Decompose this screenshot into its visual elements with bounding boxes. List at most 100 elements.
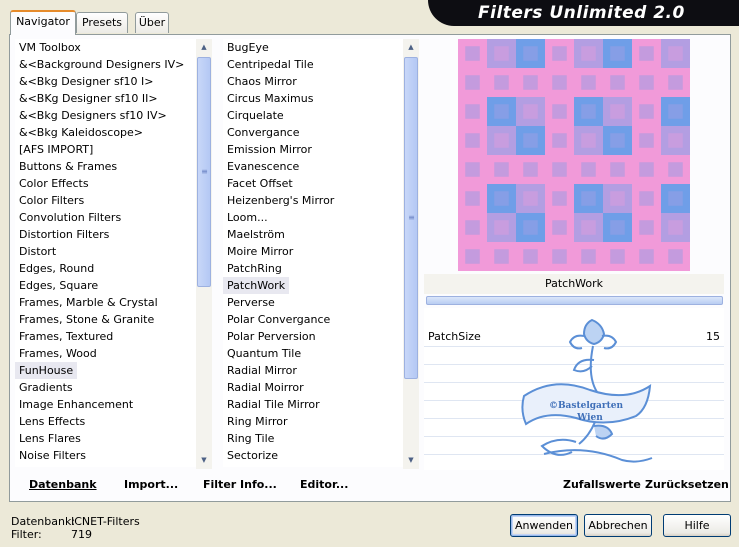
filter-item[interactable]: Radial Mirror xyxy=(223,362,403,379)
category-item[interactable]: Color Effects xyxy=(15,175,196,192)
filter-item[interactable]: Cirquelate xyxy=(223,107,403,124)
category-item[interactable]: Noise Filters xyxy=(15,447,196,464)
category-item-label: &<Background Designers IV> xyxy=(19,58,185,71)
scroll-down-icon[interactable]: ▼ xyxy=(196,452,212,468)
filter-item[interactable]: Heizenberg's Mirror xyxy=(223,192,403,209)
category-item[interactable]: &<Background Designers IV> xyxy=(15,56,196,73)
patch-tile-accent xyxy=(523,46,538,61)
filter-item[interactable]: Quantum Tile xyxy=(223,345,403,362)
category-item[interactable]: Frames, Stone & Granite xyxy=(15,311,196,328)
filter-item[interactable]: Maelström xyxy=(223,226,403,243)
category-item-label: Distortion Filters xyxy=(19,228,110,241)
filter-item[interactable]: Moire Mirror xyxy=(223,243,403,260)
category-item-label: Lens Effects xyxy=(19,415,86,428)
filter-list[interactable]: BugEye Centripedal Tile Chaos Mirror Circus… xyxy=(223,39,403,467)
filter-item[interactable]: Facet Offset xyxy=(223,175,403,192)
category-item[interactable]: Image Enhancement xyxy=(15,396,196,413)
category-item[interactable]: Frames, Textured xyxy=(15,328,196,345)
patch-tile-accent xyxy=(494,46,509,61)
filter-item[interactable]: BugEye xyxy=(223,39,403,56)
filter-item[interactable]: Evanescence xyxy=(223,158,403,175)
filter-item[interactable]: Perverse xyxy=(223,294,403,311)
filter-item[interactable]: Centripedal Tile xyxy=(223,56,403,73)
category-list[interactable]: VM Toolbox &<Background Designers IV> &<Bk… xyxy=(15,39,196,467)
scroll-up-icon[interactable]: ▲ xyxy=(196,39,212,55)
category-item[interactable]: Gradients xyxy=(15,379,196,396)
category-item[interactable]: &<Bkg Designers sf10 IV> xyxy=(15,107,196,124)
category-item[interactable]: [AFS IMPORT] xyxy=(15,141,196,158)
filter-item-label: Circus Maximus xyxy=(227,92,314,105)
filter-item[interactable]: Polar Perversion xyxy=(223,328,403,345)
filter-item[interactable]: Sectorize xyxy=(223,447,403,464)
param-value[interactable]: 15 xyxy=(706,330,720,343)
filter-item[interactable]: Chaos Mirror xyxy=(223,73,403,90)
filter-item-label: BugEye xyxy=(227,41,269,54)
category-item-label: Frames, Textured xyxy=(19,330,114,343)
filter-item[interactable]: Radial Moirror xyxy=(223,379,403,396)
category-item[interactable]: Distortion Filters xyxy=(15,226,196,243)
filter-item-label: Chaos Mirror xyxy=(227,75,297,88)
category-item[interactable]: Lens Effects xyxy=(15,413,196,430)
filter-item[interactable]: Ring Mirror xyxy=(223,413,403,430)
category-item[interactable]: Distort xyxy=(15,243,196,260)
cancel-button[interactable]: Abbrechen xyxy=(584,514,652,537)
scroll-thumb[interactable]: ≡ xyxy=(197,57,211,287)
category-item[interactable]: Edges, Round xyxy=(15,260,196,277)
filter-item-label: PatchRing xyxy=(227,262,282,275)
category-item[interactable]: Color Filters xyxy=(15,192,196,209)
filter-item[interactable]: PatchRing xyxy=(223,260,403,277)
category-item[interactable]: VM Toolbox xyxy=(15,39,196,56)
progress-bar xyxy=(426,296,723,305)
filter-item-label: Moire Mirror xyxy=(227,245,294,258)
editor-button[interactable]: Editor... xyxy=(300,478,348,491)
filter-item[interactable]: Circus Maximus xyxy=(223,90,403,107)
random-values-button[interactable]: Zufallswerte xyxy=(563,478,641,491)
filter-item-label: Loom... xyxy=(227,211,268,224)
watermark-text: ©Bastelgarten xyxy=(549,401,624,411)
scroll-thumb[interactable]: ≡ xyxy=(404,57,418,379)
category-item[interactable]: Lens Flares xyxy=(15,430,196,447)
app-title: Filters Unlimited 2.0 xyxy=(478,3,685,23)
category-item[interactable]: Edges, Square xyxy=(15,277,196,294)
category-item[interactable]: &<BKg Designer sf10 II> xyxy=(15,90,196,107)
apply-button[interactable]: Anwenden xyxy=(510,514,578,537)
filter-scrollbar[interactable]: ▲ ≡ ▼ xyxy=(403,39,419,469)
database-button[interactable]: Datenbank xyxy=(29,478,97,491)
import-button[interactable]: Import... xyxy=(124,478,178,491)
category-item-label: Edges, Round xyxy=(19,262,95,275)
filter-info-button[interactable]: Filter Info... xyxy=(203,478,277,491)
help-button[interactable]: Hilfe xyxy=(663,514,731,537)
filter-item[interactable]: PatchWork xyxy=(223,277,403,294)
category-item-label: Distort xyxy=(19,245,57,258)
patch-tile-accent xyxy=(610,104,625,119)
reset-button[interactable]: Zurücksetzen xyxy=(645,478,729,491)
filter-item[interactable]: Loom... xyxy=(223,209,403,226)
tab-about[interactable]: Über xyxy=(135,12,169,33)
patch-tile-accent xyxy=(552,191,567,206)
category-item[interactable]: &<Bkg Designer sf10 I> xyxy=(15,73,196,90)
category-item[interactable]: &<Bkg Kaleidoscope> xyxy=(15,124,196,141)
selected-filter-name: PatchWork xyxy=(424,274,724,294)
category-item[interactable]: FunHouse xyxy=(15,362,196,379)
category-scrollbar[interactable]: ▲ ≡ ▼ xyxy=(196,39,212,469)
filter-item[interactable]: Convergance xyxy=(223,124,403,141)
filter-item-label: Ring Tile xyxy=(227,432,275,445)
category-item[interactable]: Frames, Wood xyxy=(15,345,196,362)
scroll-down-icon[interactable]: ▼ xyxy=(403,452,419,468)
patch-tile-accent xyxy=(523,104,538,119)
filter-item[interactable]: Polar Convergance xyxy=(223,311,403,328)
filter-item[interactable]: Emission Mirror xyxy=(223,141,403,158)
category-item[interactable]: Frames, Marble & Crystal xyxy=(15,294,196,311)
category-item-label: &<Bkg Designers sf10 IV> xyxy=(19,109,167,122)
category-item[interactable]: Convolution Filters xyxy=(15,209,196,226)
scroll-up-icon[interactable]: ▲ xyxy=(403,39,419,55)
category-item[interactable]: Buttons & Frames xyxy=(15,158,196,175)
filter-item[interactable]: Ring Tile xyxy=(223,430,403,447)
filter-item[interactable]: Radial Tile Mirror xyxy=(223,396,403,413)
tab-presets[interactable]: Presets xyxy=(76,12,128,33)
patch-tile-accent xyxy=(639,220,654,235)
category-item-label: Lens Flares xyxy=(19,432,81,445)
patch-tile-accent xyxy=(581,133,596,148)
patch-tile-accent xyxy=(523,220,538,235)
tab-navigator[interactable]: Navigator xyxy=(10,10,76,35)
